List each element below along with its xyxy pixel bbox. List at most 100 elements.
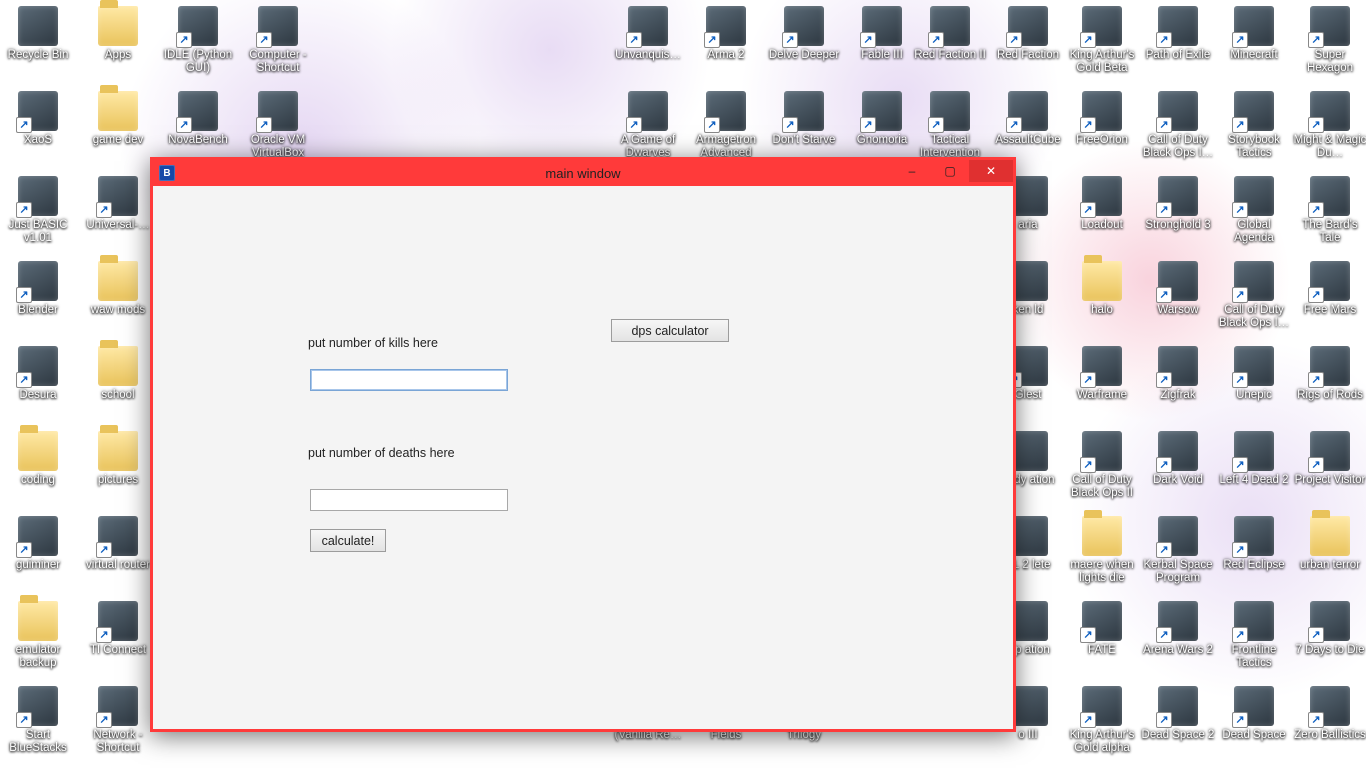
desktop-item[interactable]: game dev [80,85,156,170]
desktop-item[interactable]: Computer - Shortcut [240,0,316,85]
desktop-icon[interactable] [862,6,902,46]
desktop-icon[interactable] [98,176,138,216]
desktop-icon[interactable] [98,601,138,641]
desktop-icon[interactable] [1158,176,1198,216]
desktop-item[interactable]: Warframe [1064,340,1140,425]
desktop-icon[interactable] [628,6,668,46]
desktop-item[interactable]: Blender [0,255,76,340]
titlebar[interactable]: B main window – ▢ ✕ [153,160,1013,186]
desktop-icon[interactable] [1234,346,1274,386]
desktop-item[interactable]: Unvanquis… [610,0,686,85]
desktop-icon[interactable] [1310,91,1350,131]
desktop-icon[interactable] [1158,6,1198,46]
desktop-icon[interactable] [18,346,58,386]
desktop-icon[interactable] [18,176,58,216]
desktop-item[interactable]: Call of Duty Black Ops I… [1140,85,1216,170]
maximize-button[interactable]: ▢ [931,160,969,182]
desktop-icon[interactable] [18,6,58,46]
desktop-item[interactable]: Dead Space [1216,680,1292,765]
desktop-icon[interactable] [1082,601,1122,641]
desktop-item[interactable]: The Bard's Tale [1292,170,1366,255]
desktop-item[interactable]: Minecraft [1216,0,1292,85]
desktop-item[interactable]: Arena Wars 2 [1140,595,1216,680]
desktop-icon[interactable] [1082,176,1122,216]
desktop-item[interactable]: FATE [1064,595,1140,680]
desktop-item[interactable]: urban terror [1292,510,1366,595]
desktop-icon[interactable] [1234,516,1274,556]
desktop-icon[interactable] [258,91,298,131]
desktop-icon[interactable] [1234,91,1274,131]
desktop-icon[interactable] [1234,176,1274,216]
desktop-icon[interactable] [1082,261,1122,301]
desktop-item[interactable]: Arma 2 [688,0,764,85]
desktop-icon[interactable] [98,686,138,726]
desktop-item[interactable]: Frontline Tactics [1216,595,1292,680]
desktop-icon[interactable] [1234,261,1274,301]
desktop-item[interactable]: Apps [80,0,156,85]
desktop-icon[interactable] [178,6,218,46]
desktop-item[interactable]: maere when lights die [1064,510,1140,595]
desktop-icon[interactable] [1310,601,1350,641]
desktop-icon[interactable] [18,91,58,131]
desktop-icon[interactable] [98,91,138,131]
desktop-icon[interactable] [1310,346,1350,386]
desktop-icon[interactable] [98,346,138,386]
desktop-icon[interactable] [98,516,138,556]
desktop-icon[interactable] [1008,6,1048,46]
desktop-item[interactable]: Zigfrak [1140,340,1216,425]
desktop-item[interactable]: Super Hexagon [1292,0,1366,85]
desktop-item[interactable]: Zero Ballistics [1292,680,1366,765]
desktop-icon[interactable] [178,91,218,131]
desktop-icon[interactable] [1158,91,1198,131]
desktop-item[interactable]: IDLE (Python GUI) [160,0,236,85]
desktop-item[interactable]: Call of Duty Black Ops I… [1216,255,1292,340]
desktop-icon[interactable] [1082,431,1122,471]
desktop-item[interactable]: pictures [80,425,156,510]
desktop-icon[interactable] [18,686,58,726]
desktop-icon[interactable] [1158,346,1198,386]
desktop-icon[interactable] [98,6,138,46]
desktop-icon[interactable] [98,261,138,301]
desktop-item[interactable]: Network - Shortcut [80,680,156,765]
desktop-icon[interactable] [784,6,824,46]
desktop-icon[interactable] [1234,6,1274,46]
desktop-icon[interactable] [1082,686,1122,726]
desktop-item[interactable]: Universal-… [80,170,156,255]
desktop-icon[interactable] [1158,261,1198,301]
desktop-item[interactable]: Rigs of Rods [1292,340,1366,425]
desktop-icon[interactable] [1310,6,1350,46]
desktop-icon[interactable] [1082,91,1122,131]
desktop-item[interactable]: Stronghold 3 [1140,170,1216,255]
desktop-icon[interactable] [18,431,58,471]
desktop-item[interactable]: coding [0,425,76,510]
desktop-item[interactable]: Just BASIC v1.01 [0,170,76,255]
desktop-item[interactable]: emulator backup [0,595,76,680]
desktop-icon[interactable] [784,91,824,131]
desktop-item[interactable]: Call of Duty Black Ops II [1064,425,1140,510]
desktop-icon[interactable] [1234,601,1274,641]
desktop-item[interactable]: Project Visitor [1292,425,1366,510]
desktop-item[interactable]: Left 4 Dead 2 [1216,425,1292,510]
desktop-item[interactable]: waw mods [80,255,156,340]
desktop-icon[interactable] [1158,601,1198,641]
desktop-item[interactable]: Loadout [1064,170,1140,255]
desktop-item[interactable]: Kerbal Space Program [1140,510,1216,595]
desktop-item[interactable]: 7 Days to Die [1292,595,1366,680]
desktop-icon[interactable] [1310,516,1350,556]
desktop-icon[interactable] [18,261,58,301]
desktop-item[interactable]: school [80,340,156,425]
desktop-item[interactable]: Red Faction II [912,0,988,85]
desktop-item[interactable]: Dark Void [1140,425,1216,510]
desktop-item[interactable]: Dead Space 2 [1140,680,1216,765]
desktop-icon[interactable] [258,6,298,46]
desktop-item[interactable]: Warsow [1140,255,1216,340]
desktop-icon[interactable] [706,91,746,131]
deaths-input[interactable] [310,489,508,511]
calculate-button[interactable]: calculate! [310,529,386,552]
desktop-item[interactable]: Global Agenda [1216,170,1292,255]
desktop-icon[interactable] [1008,91,1048,131]
kills-input[interactable] [310,369,508,391]
desktop-item[interactable]: Delve Deeper [766,0,842,85]
desktop-item[interactable]: Unepic [1216,340,1292,425]
desktop-item[interactable]: virtual router [80,510,156,595]
